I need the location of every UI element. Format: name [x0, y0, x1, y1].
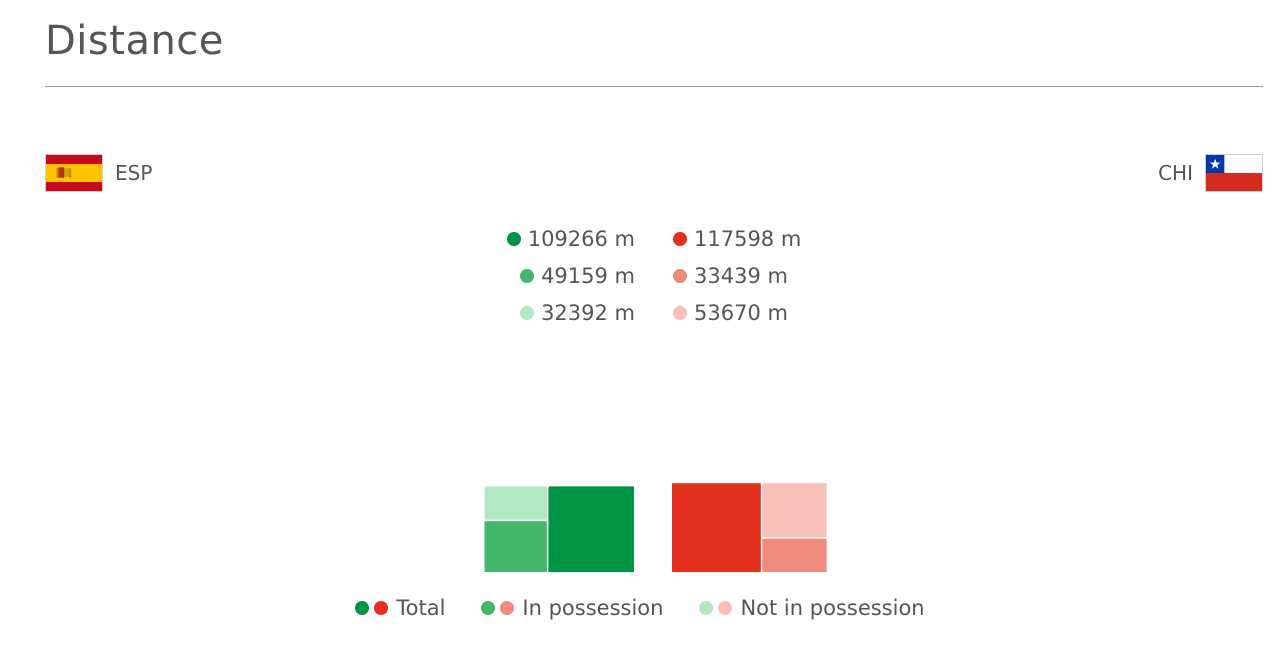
legend-in-possession: In possession: [481, 596, 663, 620]
spain-flag-icon: [45, 154, 103, 192]
home-total-block: [548, 486, 634, 572]
away-total-block: [672, 483, 761, 572]
legend-not-in-possession-away-dot-icon: [718, 601, 733, 615]
legend-not-in-possession-home-dot-icon: [699, 601, 714, 615]
home-in-possession-dot-icon: [520, 269, 535, 283]
home-not-in-possession-block: [484, 486, 547, 520]
legend-in-possession-label: In possession: [522, 596, 664, 620]
home-not-in-possession-dot-icon: [520, 306, 535, 320]
away-total-stat: 117598 m: [673, 222, 801, 259]
away-stats: 117598 m 33439 m 53670 m: [673, 222, 801, 333]
chile-flag-icon: [1205, 154, 1263, 192]
distance-stats: 109266 m 49159 m 32392 m 117598 m 33439 …: [0, 222, 1280, 342]
away-total-value: 117598 m: [694, 227, 802, 251]
home-not-in-possession-stat: 32392 m: [507, 296, 635, 333]
legend-in-possession-away-dot-icon: [500, 601, 515, 615]
page-title: Distance: [45, 18, 224, 64]
home-in-possession-stat: 49159 m: [507, 259, 635, 296]
title-divider: [45, 86, 1263, 87]
away-in-possession-value: 33439 m: [694, 264, 788, 288]
away-not-in-possession-value: 53670 m: [694, 301, 788, 325]
legend-total-away-dot-icon: [374, 601, 389, 615]
home-in-possession-block: [484, 521, 547, 572]
home-in-possession-value: 49159 m: [541, 264, 635, 288]
home-stats: 109266 m 49159 m 32392 m: [506, 222, 635, 333]
team-home: ESP: [45, 153, 152, 193]
legend-in-possession-home-dot-icon: [481, 601, 496, 615]
away-in-possession-stat: 33439 m: [673, 259, 801, 296]
team-away: CHI: [1158, 153, 1263, 193]
home-total-dot-icon: [506, 232, 521, 246]
home-not-in-possession-value: 32392 m: [541, 301, 635, 325]
away-in-possession-block: [762, 538, 827, 572]
legend-not-in-possession: Not in possession: [699, 596, 925, 620]
away-not-in-possession-stat: 53670 m: [673, 296, 801, 333]
legend-not-in-possession-label: Not in possession: [740, 596, 925, 620]
legend-total-home-dot-icon: [355, 601, 370, 615]
chart-legend: Total In possession Not in possession: [0, 596, 1280, 620]
team-home-code: ESP: [115, 161, 153, 185]
team-away-code: CHI: [1158, 161, 1193, 185]
away-in-possession-dot-icon: [673, 269, 687, 283]
home-total-stat: 109266 m: [506, 222, 635, 259]
away-not-in-possession-block: [762, 483, 827, 538]
away-not-in-possession-dot-icon: [673, 306, 687, 320]
legend-total-label: Total: [396, 596, 446, 620]
legend-total: Total: [355, 596, 445, 620]
away-total-dot-icon: [673, 232, 687, 246]
home-total-value: 109266 m: [527, 227, 635, 251]
